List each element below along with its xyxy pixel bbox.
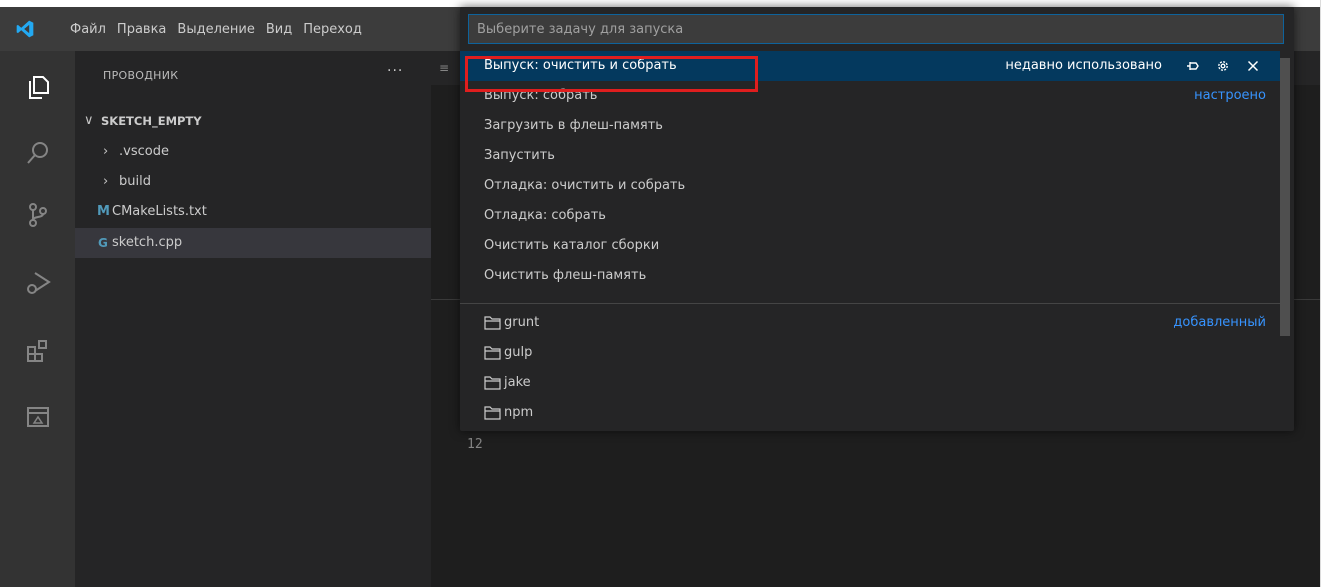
configured-tag: настроено: [1194, 88, 1266, 103]
run-debug-icon[interactable]: [24, 269, 52, 297]
provider-label: gulp: [504, 345, 533, 360]
task-label: Очистить каталог сборки: [484, 238, 660, 253]
task-item-debug-build[interactable]: Отладка: собрать: [460, 201, 1280, 231]
menu-edit[interactable]: Правка: [117, 22, 166, 37]
folder-icon: [484, 346, 501, 360]
menu-view[interactable]: Вид: [266, 22, 292, 37]
close-icon[interactable]: [1246, 59, 1260, 73]
folder-icon: [484, 316, 501, 330]
task-label: Отладка: очистить и собрать: [484, 178, 686, 193]
provider-item-gulp[interactable]: gulp: [460, 338, 1280, 368]
added-tag: добавленный: [1173, 315, 1266, 330]
gear-icon[interactable]: [1216, 59, 1230, 73]
folder-icon: [484, 406, 501, 420]
activity-bar: [0, 51, 75, 587]
explorer-sidebar: ПРОВОДНИК ··· ∨ SKETCH_EMPTY › .vscode ›…: [75, 51, 431, 587]
task-item-upload-flash[interactable]: Загрузить в флеш-память: [460, 111, 1280, 141]
menu-selection[interactable]: Выделение: [177, 22, 254, 37]
workspace-folder-label: SKETCH_EMPTY: [101, 114, 202, 128]
provider-label: grunt: [504, 315, 540, 330]
line-number: 12: [467, 437, 483, 452]
task-label: Выпуск: очистить и собрать: [484, 58, 677, 73]
tree-item-sketch-cpp[interactable]: G sketch.cpp: [75, 228, 431, 258]
remote-explorer-icon[interactable]: [24, 403, 52, 431]
task-label: Отладка: собрать: [484, 208, 606, 223]
vscode-logo-icon: [16, 20, 34, 38]
tree-item-label: sketch.cpp: [112, 235, 183, 250]
chevron-down-icon: ∨: [84, 113, 94, 128]
breadcrumb-icon: ≡: [439, 61, 450, 75]
explorer-icon[interactable]: [24, 73, 52, 101]
tree-item-label: CMakeLists.txt: [112, 204, 207, 219]
more-actions-button[interactable]: ···: [387, 63, 403, 79]
list-separator: [460, 303, 1280, 304]
task-item-clean-build-dir[interactable]: Очистить каталог сборки: [460, 231, 1280, 261]
explorer-title: ПРОВОДНИК: [103, 69, 179, 82]
source-control-icon[interactable]: [24, 201, 52, 229]
extensions-icon[interactable]: [24, 337, 52, 365]
chevron-right-icon: ›: [103, 174, 109, 189]
provider-label: jake: [504, 375, 531, 390]
menu-go[interactable]: Переход: [303, 22, 362, 37]
task-item-release-clean-build[interactable]: Выпуск: очистить и собрать недавно испол…: [460, 51, 1280, 81]
pin-icon[interactable]: [1186, 59, 1200, 73]
tree-item-label: build: [119, 174, 151, 189]
task-label: Загрузить в флеш-память: [484, 118, 663, 133]
tree-item-vscode[interactable]: › .vscode: [75, 137, 431, 167]
task-label: Выпуск: собрать: [484, 88, 598, 103]
provider-item-npm[interactable]: npm: [460, 398, 1280, 428]
task-item-clean-flash[interactable]: Очистить флеш-память: [460, 261, 1280, 291]
provider-item-jake[interactable]: jake: [460, 368, 1280, 398]
task-item-debug-clean-build[interactable]: Отладка: очистить и собрать: [460, 171, 1280, 201]
tree-item-build[interactable]: › build: [75, 167, 431, 197]
recently-used-tag: недавно использовано: [1005, 58, 1162, 73]
quick-pick-panel: Выпуск: очистить и собрать недавно испол…: [460, 7, 1294, 431]
cpp-file-icon: G: [98, 236, 108, 250]
cmake-file-icon: M: [97, 204, 110, 219]
provider-label: npm: [504, 405, 534, 420]
menu-file[interactable]: Файл: [70, 22, 106, 37]
folder-icon: [484, 376, 501, 390]
workspace-folder[interactable]: ∨ SKETCH_EMPTY: [75, 106, 431, 136]
provider-item-grunt[interactable]: grunt добавленный: [460, 308, 1280, 338]
task-item-run[interactable]: Запустить: [460, 141, 1280, 171]
quick-pick-scrollbar[interactable]: [1280, 58, 1290, 336]
task-label: Очистить флеш-память: [484, 268, 647, 283]
menu-bar: Файл Правка Выделение Вид Переход: [70, 7, 373, 51]
task-label: Запустить: [484, 148, 555, 163]
task-search-input[interactable]: [468, 14, 1284, 44]
search-icon[interactable]: [24, 139, 52, 167]
chevron-right-icon: ›: [103, 144, 109, 159]
tree-item-cmakelists[interactable]: M CMakeLists.txt: [75, 197, 431, 227]
task-item-release-build[interactable]: Выпуск: собрать настроено: [460, 81, 1280, 111]
window-edge: [1320, 0, 1327, 587]
tree-item-label: .vscode: [119, 144, 169, 159]
